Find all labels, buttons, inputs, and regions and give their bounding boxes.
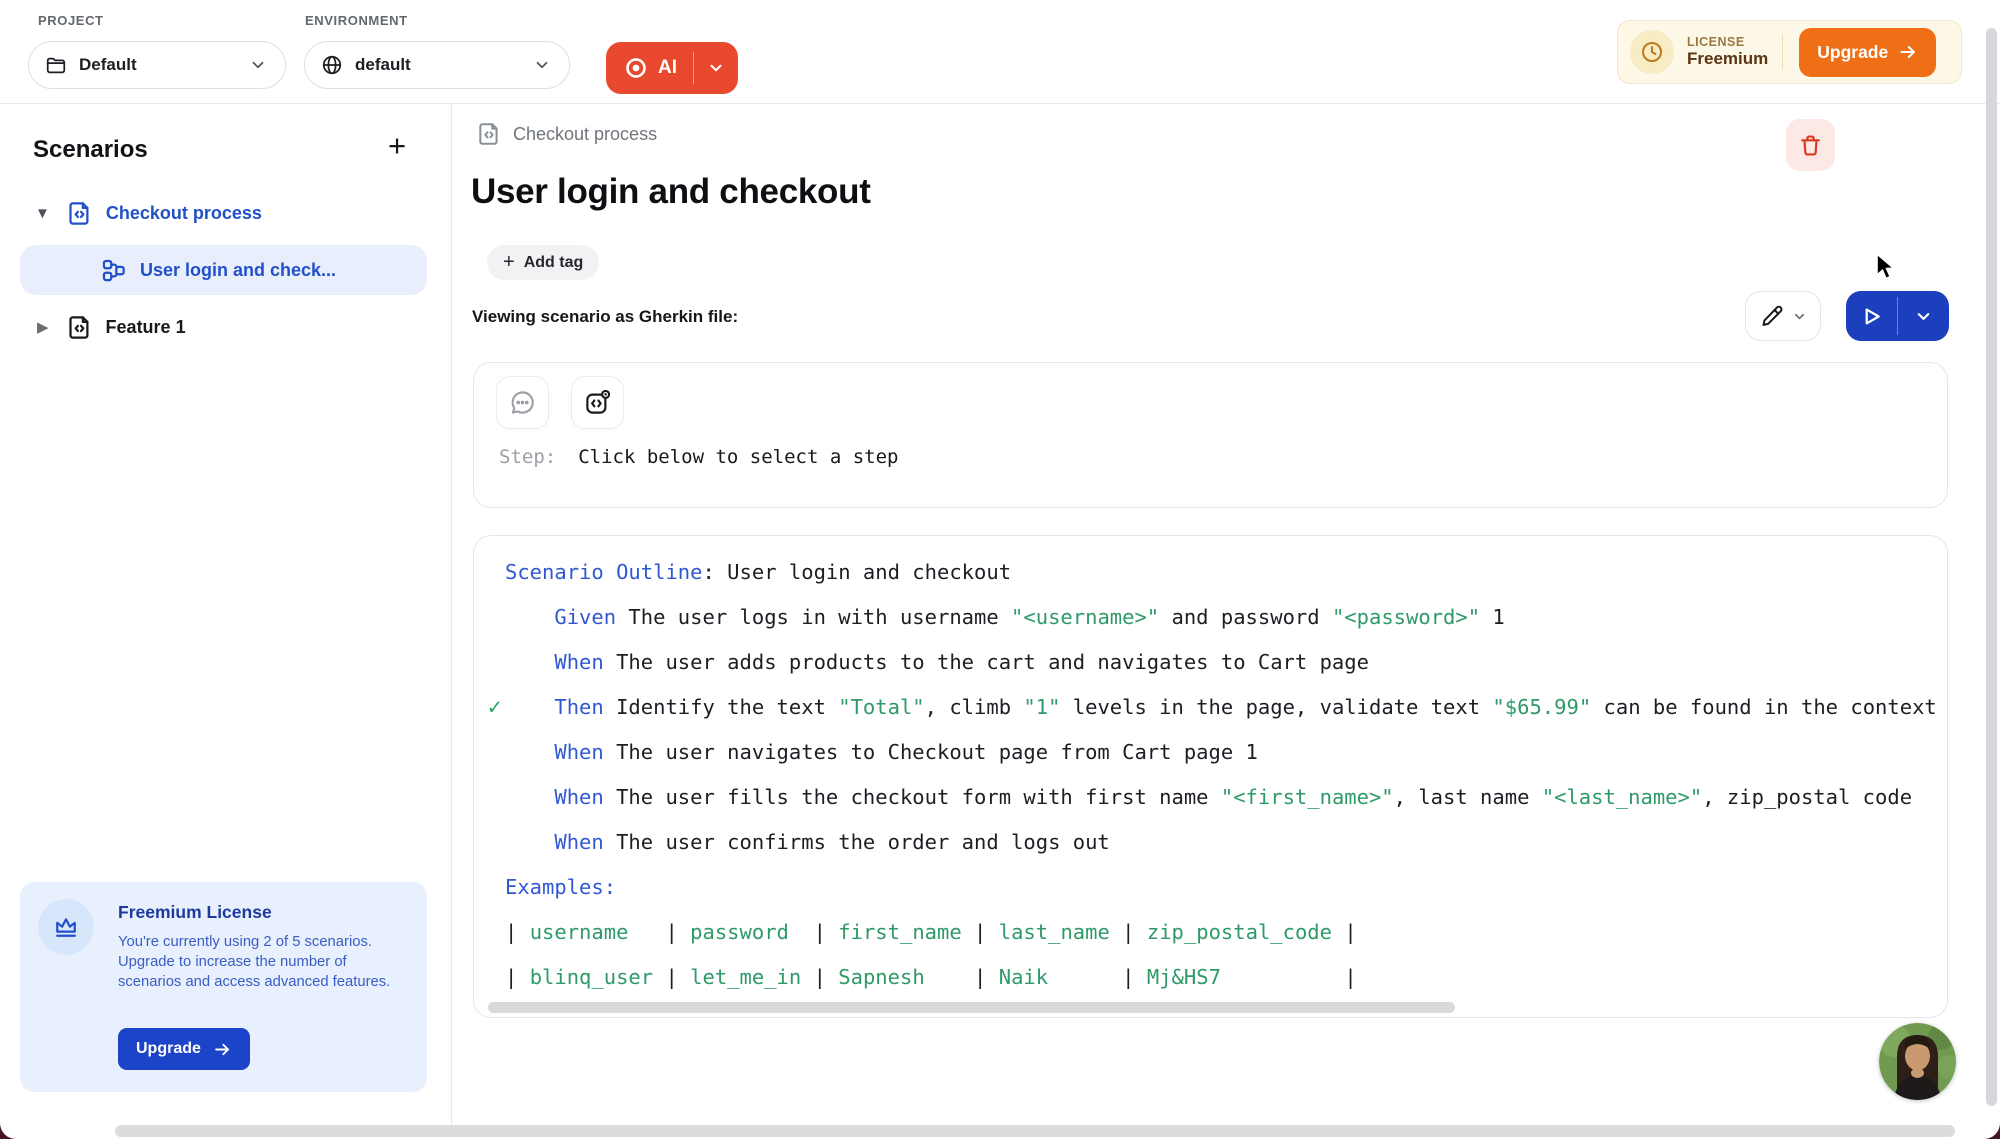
vertical-scrollbar[interactable]	[1986, 28, 1997, 1106]
pencil-icon	[1760, 304, 1784, 328]
step-row[interactable]: Step: Click below to select a step	[499, 446, 899, 468]
chevron-down-icon	[533, 56, 551, 74]
upgrade-button[interactable]: Upgrade	[1799, 28, 1936, 77]
feature-file-icon	[66, 200, 93, 227]
environment-dropdown[interactable]: default	[304, 41, 570, 89]
ai-record-button[interactable]: AI	[606, 42, 738, 94]
clock-icon	[1630, 30, 1674, 74]
ai-button-label: AI	[658, 57, 677, 79]
delete-scenario-button[interactable]	[1786, 119, 1835, 171]
code-line[interactable]: When The user fills the checkout form wi…	[505, 775, 1947, 820]
step-selector-card: Step: Click below to select a step	[473, 362, 1948, 508]
code-line[interactable]: Scenario Outline: User login and checkou…	[505, 550, 1947, 595]
app-window: PROJECT Default ENVIRONMENT default AI	[0, 0, 2000, 1139]
viewing-mode-label: Viewing scenario as Gherkin file:	[472, 307, 738, 327]
code-scan-icon	[584, 389, 611, 416]
sidebar-divider	[451, 104, 452, 1125]
page-title: User login and checkout	[471, 172, 871, 212]
code-line[interactable]: When The user confirms the order and log…	[505, 820, 1947, 865]
topbar-divider	[0, 103, 2000, 104]
sidebar-item-feature-1[interactable]: ▶ Feature 1	[20, 310, 427, 344]
horizontal-scrollbar[interactable]	[115, 1125, 1955, 1137]
environment-label: ENVIRONMENT	[305, 12, 408, 30]
crown-icon	[38, 899, 94, 955]
mouse-cursor	[1875, 253, 1899, 283]
chevron-down-icon	[249, 56, 267, 74]
avatar[interactable]	[1879, 1023, 1956, 1100]
sidebar-item-checkout-process[interactable]: ▼ Checkout process	[20, 196, 427, 230]
feature-file-icon	[66, 314, 93, 341]
ai-dropdown-toggle[interactable]	[694, 42, 738, 94]
license-card-body: You're currently using 2 of 5 scenarios.…	[118, 932, 414, 992]
check-icon: ✓	[488, 685, 501, 730]
project-dropdown[interactable]: Default	[28, 41, 286, 89]
code-line[interactable]: Examples:	[505, 865, 1947, 910]
code-line[interactable]: When The user navigates to Checkout page…	[505, 730, 1947, 775]
globe-icon	[321, 54, 343, 76]
sidebar-item-label: Checkout process	[106, 203, 262, 224]
code-line[interactable]: When The user adds products to the cart …	[505, 640, 1947, 685]
chevron-down-icon	[1792, 309, 1807, 324]
code-step-button[interactable]	[571, 376, 624, 429]
license-banner: LICENSE Freemium Upgrade	[1617, 20, 1962, 84]
sidebar-item-label: User login and check...	[140, 260, 336, 281]
caret-down-icon[interactable]: ▼	[35, 205, 50, 222]
caret-right-icon[interactable]: ▶	[37, 318, 49, 336]
edit-mode-dropdown[interactable]	[1745, 291, 1821, 341]
comment-step-button[interactable]	[496, 376, 549, 429]
code-line[interactable]: ✓ Then Identify the text "Total", climb …	[505, 685, 1947, 730]
breadcrumb[interactable]: Checkout process	[476, 121, 657, 147]
project-value: Default	[79, 55, 137, 75]
feature-file-icon	[476, 121, 502, 147]
project-label: PROJECT	[38, 12, 104, 30]
add-tag-button[interactable]: + Add tag	[487, 245, 599, 280]
add-scenario-button[interactable]: +	[388, 133, 406, 159]
sidebar-item-label: Feature 1	[106, 317, 186, 338]
play-icon[interactable]	[1846, 291, 1897, 341]
run-options-toggle[interactable]	[1898, 291, 1949, 341]
plus-icon: +	[503, 251, 515, 274]
step-label: Step:	[499, 446, 556, 468]
license-label: LICENSE	[1687, 35, 1768, 49]
code-line[interactable]: Given The user logs in with username "<u…	[505, 595, 1947, 640]
folder-icon	[45, 54, 67, 76]
arrow-right-icon	[213, 1040, 232, 1059]
code-horizontal-scrollbar[interactable]	[488, 1002, 1455, 1013]
step-value: Click below to select a step	[578, 446, 898, 468]
license-value: Freemium	[1687, 49, 1768, 69]
code-line[interactable]: | username | password | first_name | las…	[505, 910, 1947, 955]
freemium-license-card: Freemium License You're currently using …	[20, 882, 427, 1092]
code-line[interactable]: | blinq_user | let_me_in | Sapnesh | Nai…	[505, 955, 1947, 1000]
chat-ellipsis-icon	[509, 389, 536, 416]
run-scenario-button[interactable]	[1846, 291, 1949, 341]
environment-value: default	[355, 55, 411, 75]
breadcrumb-label: Checkout process	[513, 124, 657, 145]
scenario-workflow-icon	[100, 257, 127, 284]
sidebar-title: Scenarios	[33, 136, 148, 164]
trash-icon	[1798, 133, 1823, 158]
sidebar-item-user-login-scenario[interactable]: User login and check...	[20, 245, 427, 295]
arrow-right-icon	[1898, 42, 1918, 62]
upgrade-card-button[interactable]: Upgrade	[118, 1028, 250, 1070]
gherkin-code[interactable]: Scenario Outline: User login and checkou…	[473, 535, 1948, 1018]
license-card-title: Freemium License	[118, 902, 272, 923]
record-icon	[624, 56, 648, 80]
